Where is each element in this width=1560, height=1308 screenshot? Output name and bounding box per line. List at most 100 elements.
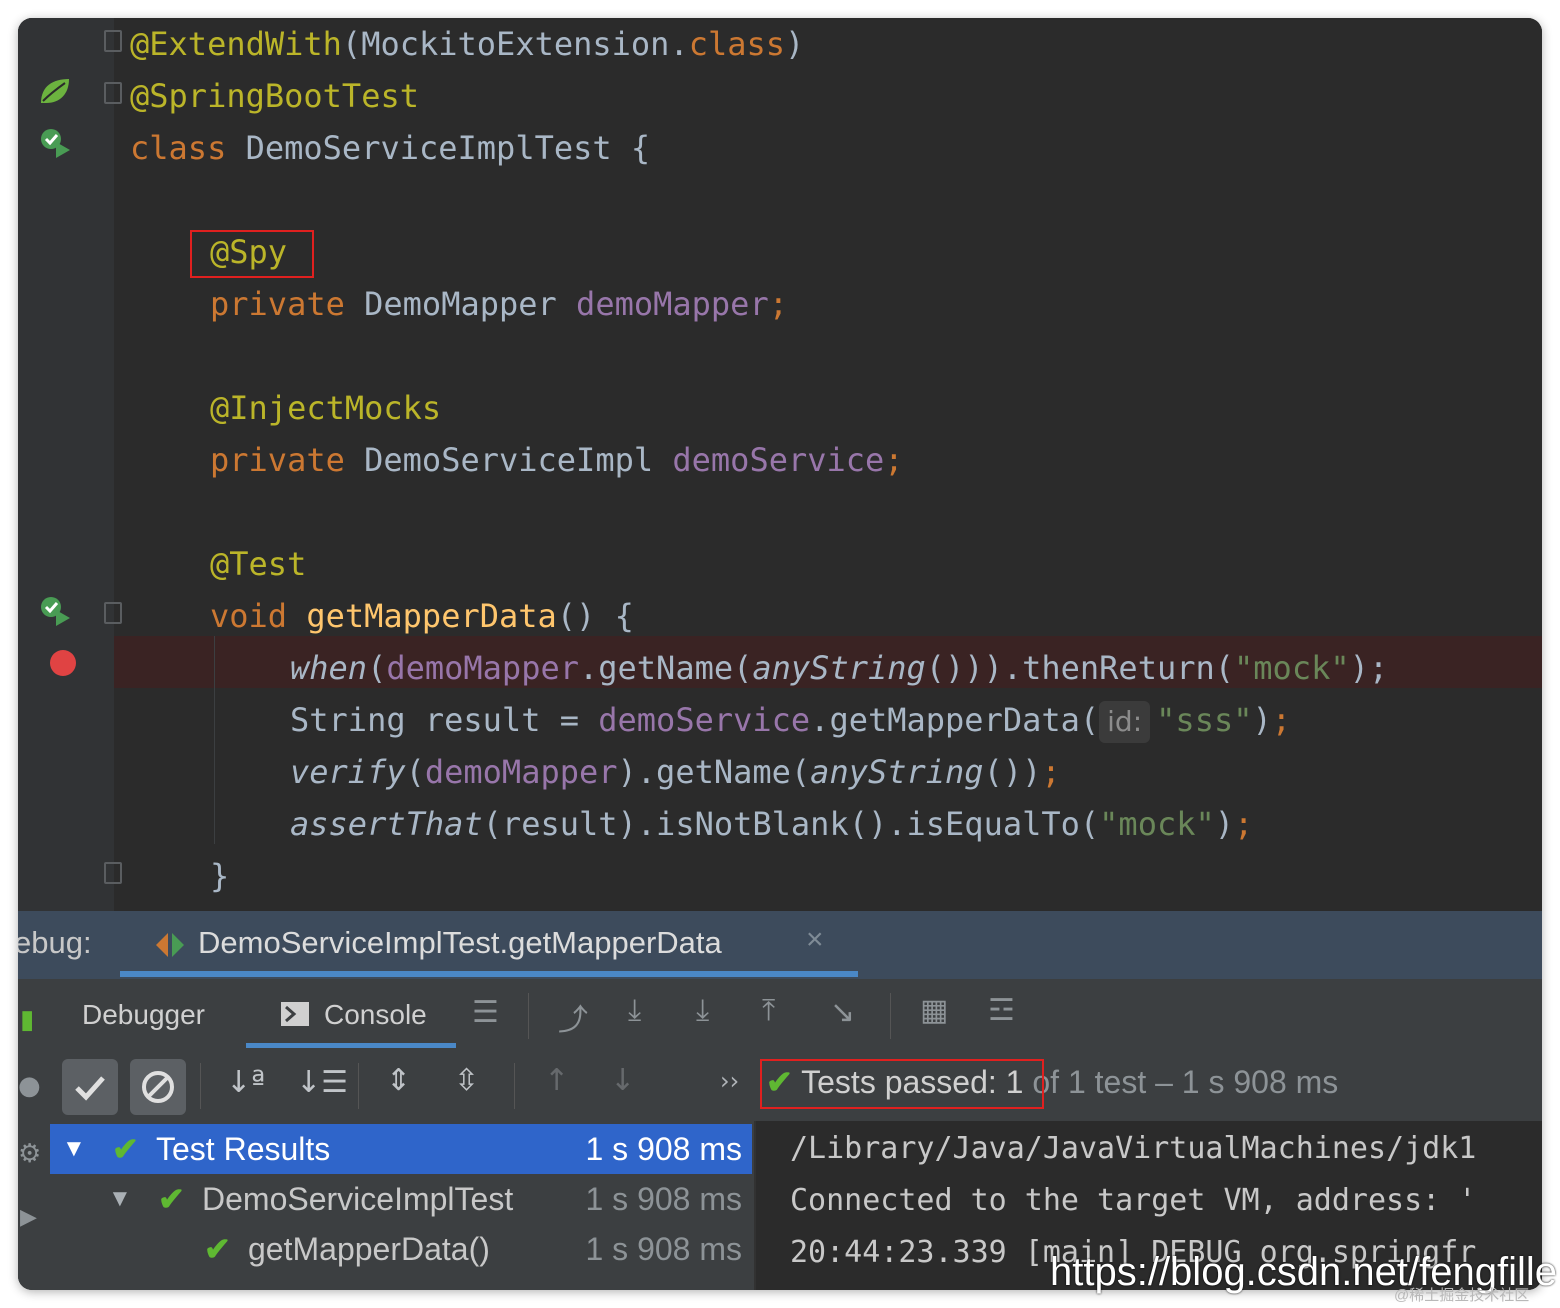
code-token: demoMapper	[576, 285, 769, 323]
code-token: @InjectMocks	[210, 389, 442, 427]
debug-tool-window-header: ebug: DemoServiceImplTest.getMapperData …	[18, 911, 1542, 979]
code-line[interactable]: verify(demoMapper).getName(anyString());	[290, 746, 1061, 798]
code-line[interactable]: private DemoServiceImpl demoService;	[210, 434, 904, 486]
console-icon	[281, 1002, 309, 1026]
rerun-icon[interactable]: ▮	[20, 1005, 34, 1035]
code-line[interactable]: assertThat(result).isNotBlank().isEqualT…	[290, 798, 1253, 850]
code-token: getMapperData	[306, 597, 557, 635]
collapse-all-icon[interactable]: ⇳	[454, 1063, 479, 1098]
step-into-icon[interactable]: ⤓	[696, 993, 709, 1028]
parameter-hint: id:	[1099, 701, 1151, 743]
tree-item-label: getMapperData()	[248, 1231, 490, 1267]
show-execution-point-icon[interactable]: ⤴	[558, 995, 588, 1039]
fold-marker-icon[interactable]	[104, 862, 122, 884]
code-token: DemoServiceImplTest {	[245, 129, 651, 167]
breakpoint-icon[interactable]	[48, 648, 78, 678]
code-token: anyString	[752, 649, 926, 687]
code-line[interactable]: class DemoServiceImplTest {	[130, 122, 650, 174]
code-token: .getMapperData(	[810, 701, 1100, 739]
fold-marker-icon[interactable]	[104, 82, 122, 104]
console-line: Connected to the target VM, address: '	[790, 1183, 1477, 1218]
code-token: DemoServiceImpl	[364, 441, 673, 479]
expand-all-icon[interactable]: ⇕	[386, 1063, 411, 1098]
code-token: demoMapper	[386, 649, 579, 687]
chevron-down-icon[interactable]: ▼	[62, 1124, 86, 1174]
code-line[interactable]: @ExtendWith(MockitoExtension.class)	[130, 18, 804, 70]
tests-passed-detail: of 1 test – 1 s 908 ms	[1023, 1064, 1339, 1100]
stop-icon[interactable]: ●	[18, 1071, 41, 1101]
code-token: .getName(	[578, 649, 753, 687]
passed-check-icon: ✔	[204, 1231, 231, 1267]
code-line[interactable]: }	[210, 850, 229, 902]
code-token: ;	[1271, 701, 1292, 739]
sort-alphabetically-icon[interactable]: ↓ª	[226, 1065, 265, 1100]
tree-item-duration: 1 s 908 ms	[585, 1131, 742, 1167]
fold-marker-icon[interactable]	[104, 30, 122, 52]
code-token: @ExtendWith	[130, 25, 342, 63]
code-token: @SpringBootTest	[130, 77, 419, 115]
evaluate-expression-icon[interactable]: ▦	[920, 993, 948, 1028]
code-token: ())).thenReturn(	[925, 649, 1235, 687]
code-token: "mock"	[1099, 805, 1215, 843]
code-token: private	[210, 441, 365, 479]
show-passed-button[interactable]	[62, 1059, 118, 1115]
spring-leaf-icon[interactable]	[38, 76, 72, 106]
code-line[interactable]: @SpringBootTest	[130, 70, 419, 122]
fold-marker-icon[interactable]	[104, 602, 122, 624]
tree-item-duration: 1 s 908 ms	[585, 1181, 742, 1217]
trace-icon[interactable]: ☲	[988, 993, 1015, 1028]
tree-item-label: Test Results	[156, 1131, 331, 1167]
tab-console[interactable]: Console	[324, 999, 427, 1031]
debug-session-icon	[156, 933, 184, 957]
run-to-cursor-icon[interactable]: ↘	[830, 995, 855, 1030]
close-icon[interactable]: ×	[806, 923, 824, 957]
code-token: verify	[290, 753, 406, 791]
show-ignored-button[interactable]	[130, 1059, 186, 1115]
tree-item-test-class[interactable]: ▼ ✔ DemoServiceImplTest 1 s 908 ms	[50, 1174, 752, 1224]
run-test-class-icon[interactable]	[38, 126, 74, 160]
settings-icon[interactable]: ⚙	[18, 1139, 41, 1169]
chevron-down-icon[interactable]: ▼	[108, 1174, 132, 1224]
code-token: "sss"	[1156, 701, 1253, 739]
code-token: demoMapper	[424, 753, 618, 791]
session-tab-underline	[120, 971, 858, 977]
code-line[interactable]: @InjectMocks	[210, 382, 441, 434]
resume-icon[interactable]: ▶	[20, 1205, 37, 1230]
code-editor[interactable]: @ExtendWith(MockitoExtension.class) @Spr…	[18, 18, 1542, 911]
check-icon	[75, 1076, 105, 1101]
code-token: String result =	[290, 701, 599, 739]
code-token: )	[1214, 805, 1235, 843]
code-line[interactable]: void getMapperData() {	[210, 590, 634, 642]
code-token: () {	[556, 597, 634, 635]
tab-debugger[interactable]: Debugger	[82, 999, 205, 1031]
code-token: )	[785, 25, 805, 63]
code-token: demoService	[672, 441, 885, 479]
tree-item-test-results[interactable]: ▼ ✔ Test Results 1 s 908 ms	[50, 1124, 752, 1174]
indent-guide	[214, 636, 215, 844]
code-token: anyString	[810, 753, 984, 791]
code-token: )	[1252, 701, 1272, 739]
tree-item-test-method[interactable]: ✔ getMapperData() 1 s 908 ms	[50, 1224, 752, 1274]
code-line[interactable]: String result = demoService.getMapperDat…	[290, 694, 1291, 746]
sort-by-duration-icon[interactable]: ↓☰	[296, 1065, 348, 1100]
next-test-icon[interactable]: ↓	[610, 1063, 635, 1098]
menu-icon[interactable]: ☰	[472, 995, 499, 1030]
ide-window: @ExtendWith(MockitoExtension.class) @Spr…	[18, 18, 1542, 1290]
debug-tabs-bar: Debugger Console ☰ ⤴ ⤓ ⤓ ⤒ ↘ ▦ ☲	[50, 979, 1542, 1050]
code-token: private	[210, 285, 365, 323]
code-line[interactable]: @Test	[210, 538, 306, 590]
previous-test-icon[interactable]: ↑	[544, 1063, 569, 1098]
passed-check-icon: ✔	[112, 1131, 139, 1167]
code-line[interactable]: private DemoMapper demoMapper;	[210, 278, 788, 330]
code-line[interactable]: when(demoMapper.getName(anyString())).th…	[290, 642, 1388, 694]
step-out-icon[interactable]: ⤒	[762, 993, 775, 1028]
run-test-method-icon[interactable]	[38, 594, 74, 628]
code-token: ;	[1041, 753, 1061, 791]
code-token: ;	[1234, 805, 1254, 843]
watermark-sub: @稀土掘金技术社区	[1394, 1287, 1530, 1304]
more-icon[interactable]: ››	[720, 1067, 739, 1095]
step-over-icon[interactable]: ⤓	[628, 993, 641, 1028]
debug-session-tab[interactable]: DemoServiceImplTest.getMapperData	[198, 925, 722, 961]
tree-item-label: DemoServiceImplTest	[202, 1181, 514, 1217]
code-token: (	[367, 649, 387, 687]
